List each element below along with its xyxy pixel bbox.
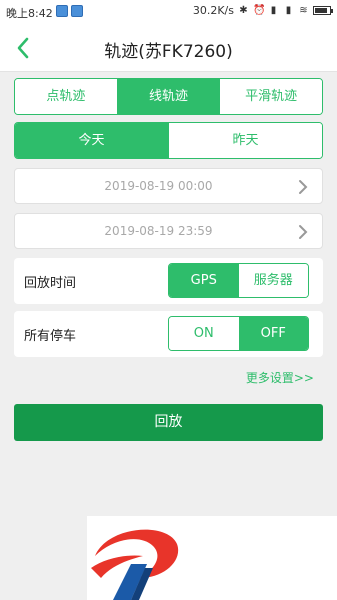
network-speed: 30.2K/s — [192, 4, 234, 17]
all-parking-row: 所有停车 ON OFF — [14, 311, 323, 357]
chevron-right-icon — [299, 225, 308, 239]
end-time-picker[interactable]: 2019-08-19 23:59 — [14, 213, 323, 249]
brand-logo — [91, 529, 179, 600]
notification-icon — [56, 5, 68, 17]
server-option[interactable]: 服务器 — [238, 264, 308, 297]
notification-icon — [71, 5, 83, 17]
track-type-tabs: 点轨迹 线轨迹 平滑轨迹 — [14, 78, 323, 115]
playback-time-toggle: GPS 服务器 — [168, 263, 309, 298]
status-time: 晚上8:42 — [6, 7, 53, 20]
signal-icon: ▮ — [285, 5, 292, 16]
end-time-value: 2019-08-19 23:59 — [104, 224, 213, 238]
app-header: 轨迹(苏FK7260) — [0, 24, 337, 72]
more-settings-link[interactable]: 更多设置>> — [246, 369, 314, 386]
tab-today[interactable]: 今天 — [15, 123, 169, 158]
wifi-icon: ≋ — [299, 5, 308, 16]
day-tabs: 今天 昨天 — [14, 122, 323, 159]
gps-option[interactable]: GPS — [169, 264, 239, 297]
tab-smooth-track[interactable]: 平滑轨迹 — [220, 79, 322, 114]
playback-time-row: 回放时间 GPS 服务器 — [14, 258, 323, 304]
on-option[interactable]: ON — [169, 317, 239, 350]
all-parking-label: 所有停车 — [24, 329, 77, 344]
signal-icon: ▮ — [270, 5, 277, 16]
alarm-icon: ⏰ — [253, 5, 266, 16]
status-bar: 晚上8:42 30.2K/s ✱ ⏰ ▮ ▮ ≋ — [0, 0, 337, 24]
tab-point-track[interactable]: 点轨迹 — [15, 79, 118, 114]
page-title: 轨迹(苏FK7260) — [104, 42, 233, 62]
bluetooth-icon: ✱ — [239, 5, 248, 16]
chevron-right-icon — [299, 180, 308, 194]
tab-yesterday[interactable]: 昨天 — [169, 123, 322, 158]
off-option[interactable]: OFF — [238, 317, 308, 350]
start-time-value: 2019-08-19 00:00 — [104, 179, 213, 193]
battery-icon — [313, 6, 333, 15]
start-time-picker[interactable]: 2019-08-19 00:00 — [14, 168, 323, 204]
all-parking-toggle: ON OFF — [168, 316, 309, 351]
playback-button[interactable]: 回放 — [14, 404, 323, 441]
logo-overlay — [87, 516, 337, 600]
playback-time-label: 回放时间 — [24, 276, 77, 291]
tab-line-track[interactable]: 线轨迹 — [117, 79, 221, 114]
